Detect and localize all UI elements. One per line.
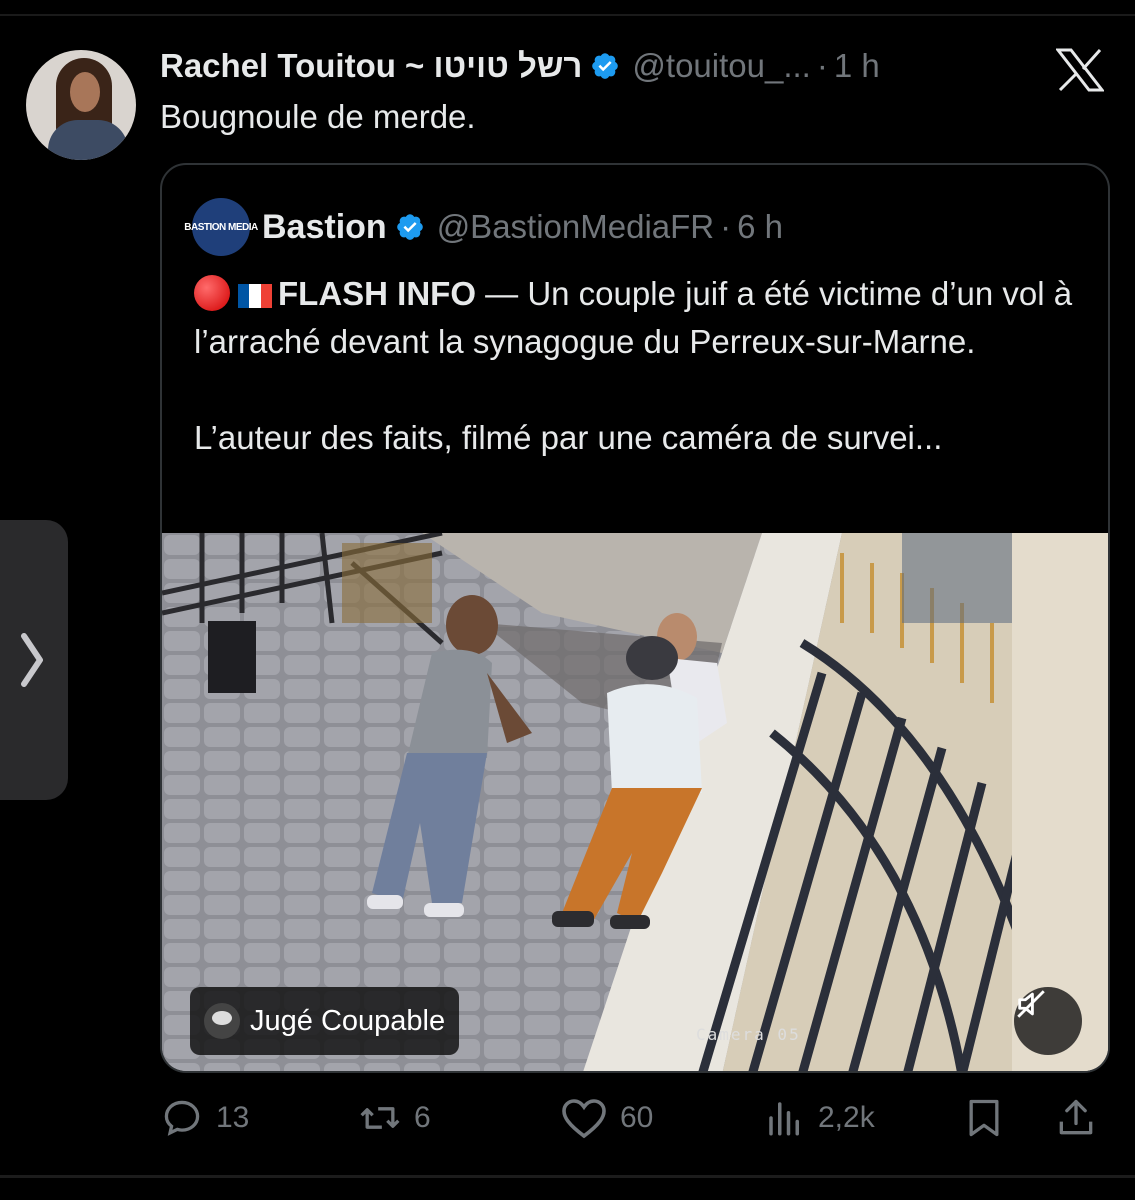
quoted-handle[interactable]: @BastionMediaFR (437, 208, 714, 246)
flash-info-label: FLASH INFO (278, 275, 476, 312)
view-count: 2,2k (818, 1101, 875, 1134)
share-icon (1059, 1099, 1093, 1135)
author-handle[interactable]: @touitou_... (632, 47, 810, 85)
repost-button[interactable]: 6 (358, 1090, 431, 1146)
author-name[interactable]: Rachel Touitou ~ רשל טויטו (160, 47, 582, 85)
source-avatar (204, 1003, 240, 1039)
tweet-time[interactable]: 1 h (834, 47, 880, 85)
like-count: 60 (620, 1101, 654, 1134)
quoted-text: FLASH INFO — Un couple juif a été victim… (194, 270, 1084, 462)
quoted-tweet[interactable]: BASTION MEDIA Bastion @BastionMediaFR · … (160, 163, 1110, 1073)
video-player[interactable]: Camera 05 Jugé Coupable (162, 533, 1108, 1071)
red-circle-icon (194, 275, 230, 311)
france-flag-icon (238, 273, 272, 308)
like-button[interactable]: 60 (560, 1090, 653, 1146)
repost-count: 6 (414, 1101, 431, 1134)
separator-dot: · (720, 208, 732, 245)
bottom-divider (0, 1175, 1135, 1178)
muted-speaker-icon (1017, 990, 1045, 1018)
video-source-pill[interactable]: Jugé Coupable (190, 987, 460, 1055)
reply-icon (164, 1100, 200, 1136)
quoted-time: 6 h (737, 208, 784, 245)
avatar[interactable] (26, 50, 136, 160)
mute-button[interactable] (1014, 987, 1082, 1055)
verified-badge-icon (396, 214, 423, 240)
bookmark-button[interactable] (962, 1090, 1006, 1146)
views-button[interactable]: 2,2k (764, 1090, 875, 1146)
top-divider (0, 14, 1135, 16)
camera-label: Camera 05 (696, 1025, 801, 1044)
separator-dot: · (816, 47, 828, 84)
repost-icon (360, 1107, 400, 1129)
source-name: Jugé Coupable (250, 1004, 446, 1037)
side-expand-tab[interactable] (0, 520, 68, 800)
action-bar: 13 6 60 2,2k (160, 1090, 1110, 1146)
x-logo-icon[interactable] (1056, 48, 1104, 92)
tweet-text: Bougnoule de merde. (160, 98, 476, 135)
reply-button[interactable]: 13 (160, 1090, 249, 1146)
bookmark-icon (969, 1099, 999, 1137)
quoted-text-line2: L’auteur des faits, filmé par une caméra… (194, 419, 943, 456)
share-button[interactable] (1054, 1090, 1098, 1146)
verified-badge-icon (592, 53, 619, 79)
quoted-header: BASTION MEDIA Bastion @BastionMediaFR · … (184, 198, 784, 256)
reply-count: 13 (216, 1101, 250, 1134)
bastion-logo: BASTION MEDIA (184, 198, 258, 256)
chevron-right-icon (21, 633, 43, 687)
views-chart-icon (769, 1102, 799, 1136)
heart-icon (562, 1099, 606, 1139)
tweet-header: Rachel Touitou ~ רשל טויטו @touitou_... … (160, 46, 880, 86)
quoted-author-name[interactable]: Bastion (262, 208, 387, 247)
